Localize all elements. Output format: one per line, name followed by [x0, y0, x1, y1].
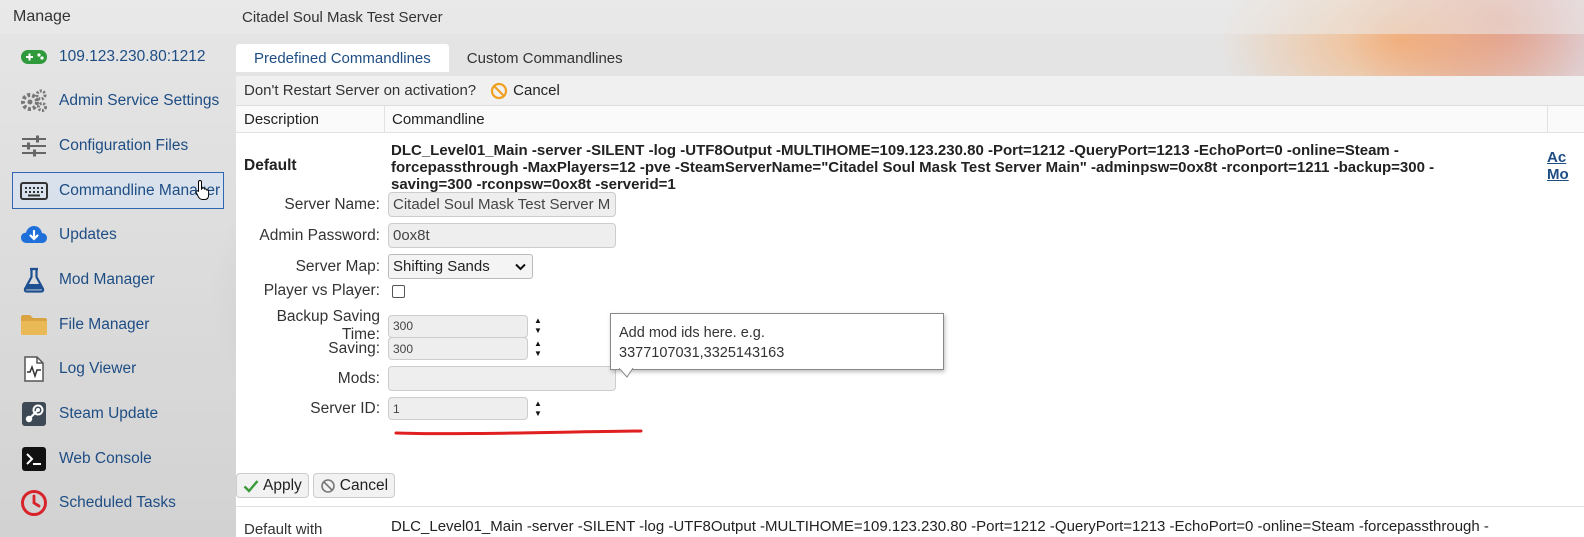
tab-predefined-commandlines[interactable]: Predefined Commandlines	[236, 44, 449, 72]
tab-bar: Predefined Commandlines Custom Commandli…	[236, 40, 1584, 72]
gamepad-icon	[19, 43, 49, 71]
admin-password-input[interactable]: 0ox8t	[388, 223, 616, 248]
gears-icon	[19, 87, 49, 115]
table-header: Description Commandline	[236, 106, 1584, 133]
apply-button[interactable]: Apply	[236, 473, 309, 498]
sidebar-item-file-manager[interactable]: File Manager	[12, 306, 224, 343]
server-id-label: Server ID:	[310, 399, 380, 417]
hand-cursor-icon	[195, 179, 211, 206]
mods-input[interactable]	[388, 366, 616, 391]
sidebar-item-server-address[interactable]: 109.123.230.80:1212	[12, 38, 224, 75]
sidebar-item-steam-update[interactable]: Steam Update	[12, 396, 224, 433]
row-action-link[interactable]: Ac Mo	[1547, 149, 1569, 183]
server-name-input[interactable]: Citadel Soul Mask Test Server M	[388, 192, 616, 217]
mods-row: Mods:	[236, 366, 616, 391]
tooltip-tail	[619, 368, 634, 378]
pvp-label: Player vs Player:	[263, 282, 380, 299]
sidebar-item-label: 109.123.230.80:1212	[59, 47, 206, 65]
row-commandline: DLC_Level01_Main -server -SILENT -log -U…	[391, 518, 1489, 535]
ban-icon	[320, 478, 335, 493]
toolbar-cancel-button[interactable]: Cancel	[490, 82, 560, 100]
cloud-download-icon	[19, 221, 49, 249]
sidebar-item-label: Admin Service Settings	[59, 92, 220, 110]
check-icon	[243, 479, 259, 493]
flask-icon	[19, 266, 49, 294]
table-row: Default DLC_Level01_Main -server -SILENT…	[236, 133, 1584, 201]
sidebar-item-label: Updates	[59, 226, 117, 244]
sidebar-item-label: Configuration Files	[59, 136, 189, 154]
server-map-label: Server Map:	[295, 257, 380, 275]
backup-stepper[interactable]: ▲ ▼	[534, 316, 542, 336]
clock-icon	[19, 489, 49, 517]
manage-heading: Manage	[13, 8, 71, 25]
ban-icon	[491, 82, 508, 99]
sidebar-item-label: Scheduled Tasks	[59, 494, 176, 512]
row-description: Default	[244, 157, 297, 174]
server-id-row: Server ID: 1 ▲ ▼	[236, 397, 542, 420]
saving-label: Saving:	[328, 339, 380, 357]
top-bar: Manage Citadel Soul Mask Test Server	[0, 0, 1584, 34]
sidebar-item-configuration-files[interactable]: Configuration Files	[12, 127, 224, 164]
steam-icon	[19, 400, 49, 428]
activation-toolbar: Don't Restart Server on activation? Canc…	[236, 76, 1584, 106]
sidebar-item-label: Mod Manager	[59, 270, 155, 288]
pvp-checkbox[interactable]	[392, 284, 405, 298]
row-commandline: DLC_Level01_Main -server -SILENT -log -U…	[391, 142, 1435, 193]
tooltip-line1: Add mod ids here. e.g.	[619, 325, 765, 341]
sidebar-item-commandline-manager[interactable]: Commandline Manager	[12, 172, 224, 210]
restart-question: Don't Restart Server on activation?	[244, 82, 477, 99]
row-description: Default with	[244, 521, 323, 537]
row-action-line2: Mo	[1547, 166, 1569, 183]
saving-row: Saving: 300 ▲ ▼	[236, 337, 542, 360]
apply-label: Apply	[263, 476, 302, 494]
saving-input[interactable]: 300	[388, 337, 528, 360]
sidebar-item-admin-service-settings[interactable]: Admin Service Settings	[12, 83, 224, 120]
row-action-line1: Ac	[1547, 149, 1567, 166]
saving-stepper[interactable]: ▲ ▼	[534, 339, 542, 359]
cancel-label: Cancel	[339, 476, 389, 494]
sidebar-item-scheduled-tasks[interactable]: Scheduled Tasks	[12, 485, 224, 522]
sidebar-item-mod-manager[interactable]: Mod Manager	[12, 261, 224, 298]
sidebar-item-label: Steam Update	[59, 405, 159, 422]
folder-icon	[19, 311, 49, 339]
red-underline-annotation	[394, 429, 643, 436]
sidebar-item-label: Log Viewer	[59, 360, 137, 378]
mods-label: Mods:	[337, 369, 380, 387]
sidebar-item-label: File Manager	[59, 315, 150, 333]
tab-custom-commandlines[interactable]: Custom Commandlines	[449, 44, 641, 72]
cancel-button[interactable]: Cancel	[312, 473, 396, 498]
keyboard-icon	[19, 177, 49, 205]
sidebar-item-updates[interactable]: Updates	[12, 217, 224, 254]
server-map-value: Shifting Sands	[393, 258, 490, 275]
server-id-input[interactable]: 1	[388, 397, 528, 420]
sidebar-item-log-viewer[interactable]: Log Viewer	[12, 351, 224, 388]
form-buttons: Apply Cancel	[236, 473, 399, 498]
server-name-row: Server Name: Citadel Soul Mask Test Serv…	[236, 192, 616, 217]
sidebar: 109.123.230.80:1212 Admin Service Settin…	[0, 38, 236, 530]
tooltip-line2: 3377107031,3325143163	[619, 345, 785, 361]
main-content: Predefined Commandlines Custom Commandli…	[236, 40, 1584, 537]
admin-password-label: Admin Password:	[259, 226, 380, 244]
chevron-down-icon	[515, 263, 526, 270]
sidebar-item-web-console[interactable]: Web Console	[12, 440, 224, 477]
column-header-commandline: Commandline	[385, 106, 1548, 132]
server-title: Citadel Soul Mask Test Server	[242, 8, 443, 26]
toolbar-cancel-label: Cancel	[513, 82, 560, 99]
server-id-stepper[interactable]: ▲ ▼	[534, 399, 542, 419]
commandline-panel: Don't Restart Server on activation? Canc…	[236, 76, 1584, 537]
backup-input[interactable]: 300	[388, 314, 528, 338]
server-map-select[interactable]: Shifting Sands	[388, 254, 533, 279]
pvp-row: Player vs Player:	[236, 282, 405, 300]
column-header-description: Description	[236, 106, 385, 132]
log-file-icon	[19, 355, 49, 383]
sidebar-item-label: Web Console	[59, 449, 152, 467]
mods-tooltip: Add mod ids here. e.g. 3377107031,332514…	[610, 313, 944, 378]
server-name-label: Server Name:	[284, 195, 380, 213]
admin-password-row: Admin Password: 0ox8t	[236, 223, 616, 248]
table-row: Default with DLC_Level01_Main -server -S…	[236, 506, 1584, 537]
terminal-icon	[19, 445, 49, 473]
sliders-icon	[19, 132, 49, 160]
server-map-row: Server Map: Shifting Sands	[236, 254, 533, 279]
